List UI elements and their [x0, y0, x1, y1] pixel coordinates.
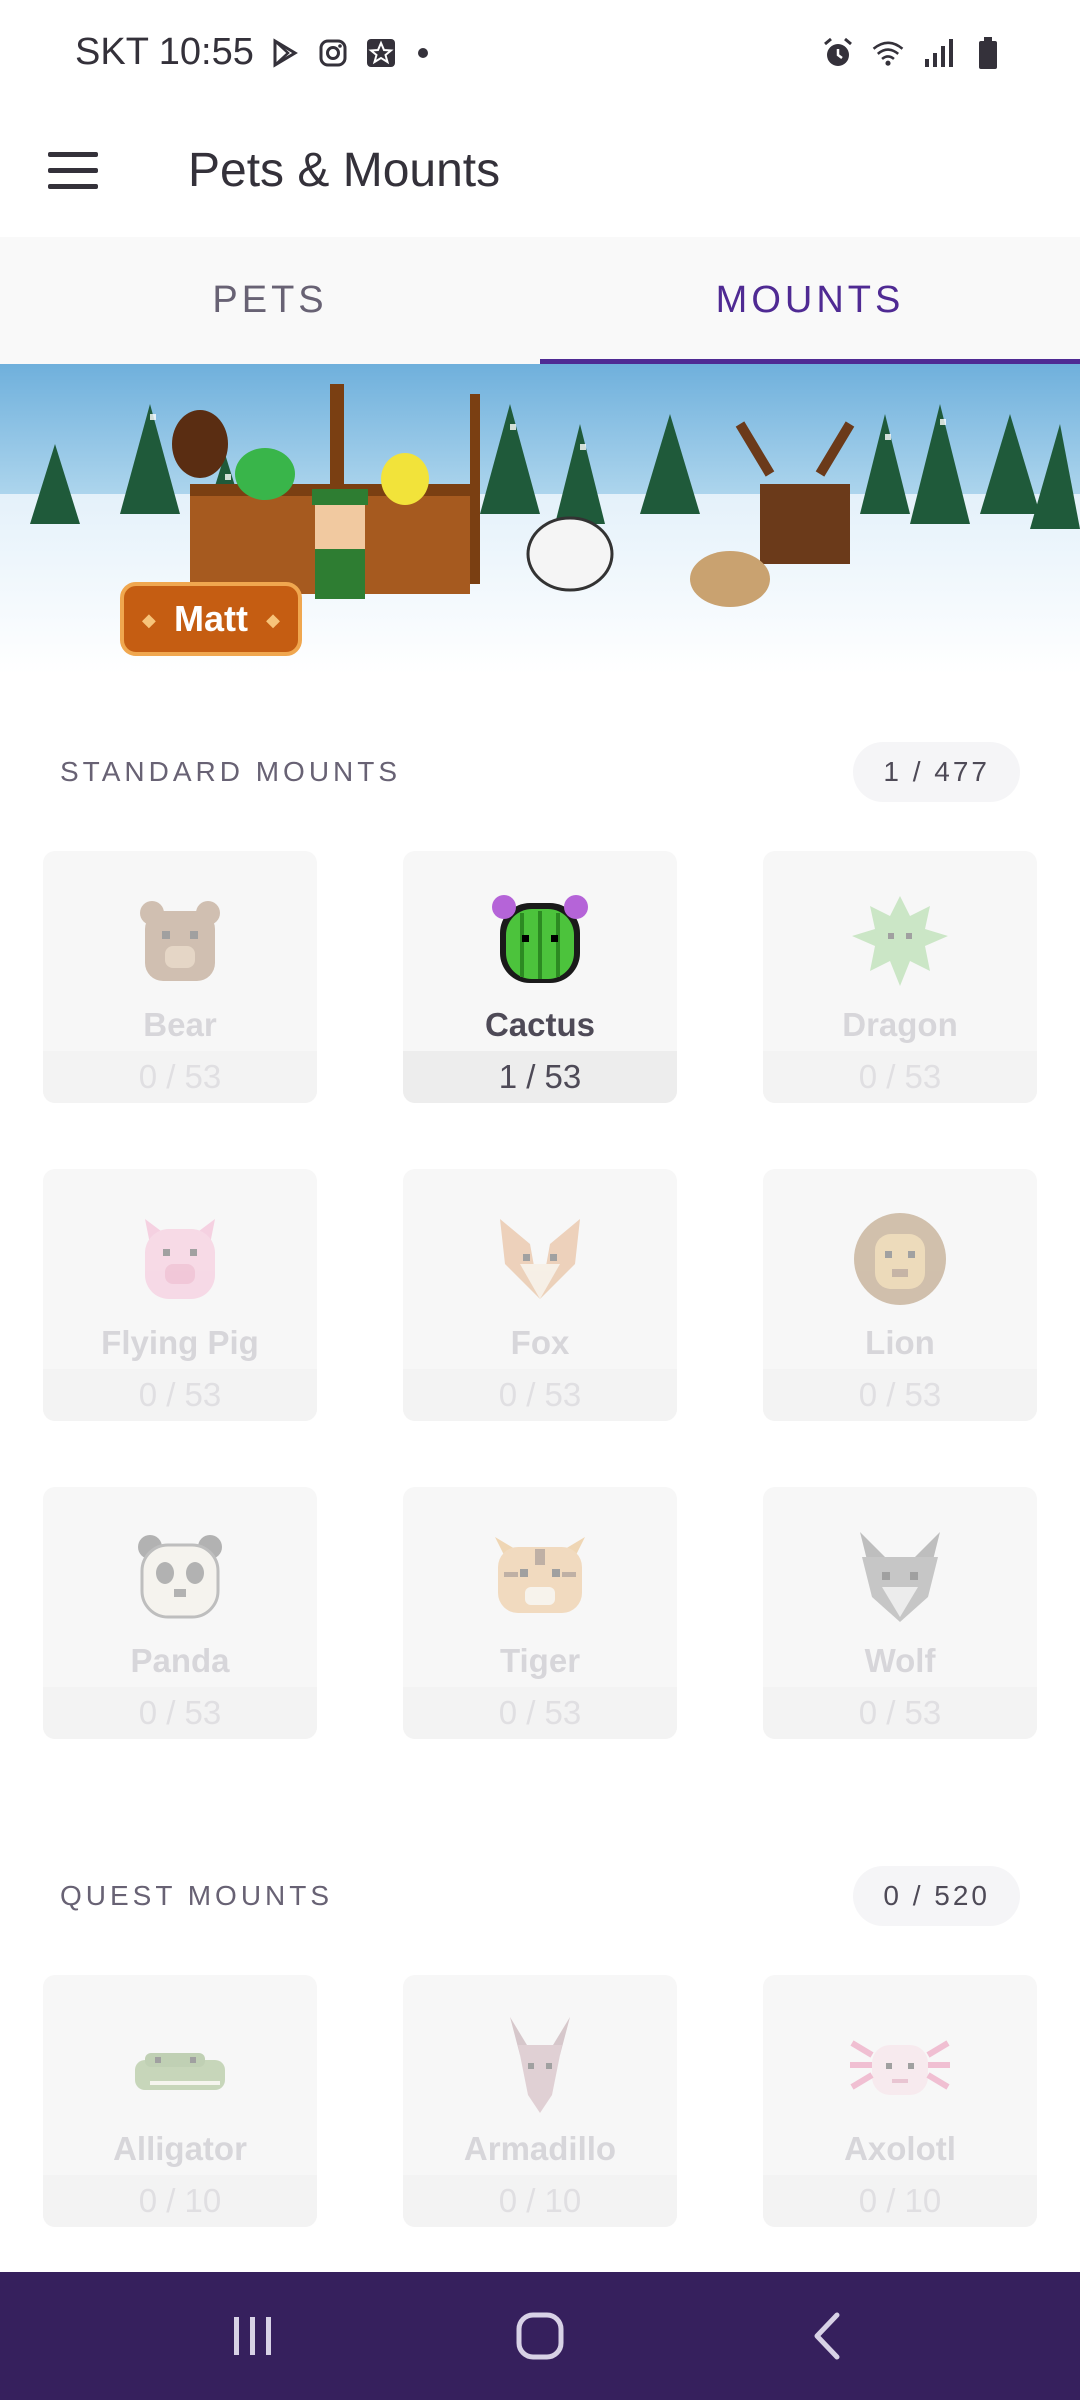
mount-count: 0 / 53: [763, 1051, 1037, 1103]
section-count-badge: 0 / 520: [853, 1866, 1020, 1926]
mount-card-panda[interactable]: Panda 0 / 53: [43, 1487, 317, 1739]
mount-name: Fox: [510, 1324, 570, 1361]
quest-mounts-header: QUEST MOUNTS 0 / 520: [0, 1861, 1080, 1931]
mount-name: Flying Pig: [101, 1324, 259, 1361]
wifi-icon: [871, 36, 905, 70]
mount-card-wolf[interactable]: Wolf 0 / 53: [763, 1487, 1037, 1739]
mount-name: Wolf: [864, 1642, 936, 1679]
standard-mounts-grid: Bear 0 / 53 Cactus 1 / 53 Dragon 0 / 53 …: [43, 851, 1037, 1739]
mount-count: 0 / 53: [403, 1369, 677, 1421]
mount-count: 1 / 53: [403, 1051, 677, 1103]
mount-card-tiger[interactable]: Tiger 0 / 53: [403, 1487, 677, 1739]
tiger-icon: [495, 1537, 585, 1613]
fox-icon: [500, 1219, 580, 1299]
mount-count: 0 / 53: [43, 1051, 317, 1103]
mount-count: 0 / 10: [43, 2175, 317, 2227]
cactus-icon: [492, 895, 588, 983]
mount-name: Dragon: [842, 1006, 958, 1043]
lion-icon: [854, 1213, 946, 1305]
tab-pets[interactable]: PETS: [0, 237, 540, 364]
mount-card-alligator[interactable]: Alligator 0 / 10: [43, 1975, 317, 2227]
mount-card-axolotl[interactable]: Axolotl 0 / 10: [763, 1975, 1037, 2227]
wolf-icon: [860, 1532, 940, 1622]
mount-count: 0 / 53: [403, 1687, 677, 1739]
status-icons-right: [821, 36, 1005, 70]
notification-dot: [417, 47, 428, 58]
section-count-badge: 1 / 477: [853, 742, 1020, 802]
flying-pig-icon: [145, 1219, 215, 1299]
tab-bar: PETS MOUNTS: [0, 237, 1080, 364]
alarm-icon: [821, 36, 855, 70]
star-app-icon: [364, 36, 398, 70]
section-title: QUEST MOUNTS: [60, 1880, 334, 1911]
alligator-icon: [135, 2053, 225, 2090]
mount-card-flying-pig[interactable]: Flying Pig 0 / 53: [43, 1169, 317, 1421]
section-title: STANDARD MOUNTS: [60, 756, 402, 787]
quest-mounts-grid: Alligator 0 / 10 Armadillo 0 / 10 Axolot…: [43, 1975, 1037, 2227]
mount-card-bear[interactable]: Bear 0 / 53: [43, 851, 317, 1103]
mount-name: Armadillo: [463, 2130, 617, 2167]
hamburger-menu-icon[interactable]: [36, 133, 110, 207]
mount-name: Tiger: [499, 1642, 581, 1679]
play-store-icon: [268, 36, 302, 70]
mount-card-cactus[interactable]: Cactus 1 / 53: [403, 851, 677, 1103]
stable-banner: Matt: [0, 364, 1080, 674]
mount-name: Bear: [143, 1006, 217, 1043]
mount-card-lion[interactable]: Lion 0 / 53: [763, 1169, 1037, 1421]
mount-name: Cactus: [484, 1006, 596, 1043]
mount-count: 0 / 10: [403, 2175, 677, 2227]
mount-count: 0 / 53: [43, 1369, 317, 1421]
mount-name: Lion: [865, 1324, 935, 1361]
system-nav-bar: [0, 2272, 1080, 2400]
signal-icon: [921, 36, 955, 70]
status-bar: SKT 10:55: [0, 0, 1080, 105]
mount-card-fox[interactable]: Fox 0 / 53: [403, 1169, 677, 1421]
armadillo-icon: [510, 2017, 570, 2113]
recents-icon[interactable]: [203, 2286, 303, 2386]
standard-mounts-header: STANDARD MOUNTS 1 / 477: [0, 737, 1080, 807]
status-icons-left: [268, 36, 428, 70]
mount-count: 0 / 10: [763, 2175, 1037, 2227]
status-time: SKT 10:55: [75, 31, 254, 73]
back-icon[interactable]: [777, 2286, 877, 2386]
mount-card-armadillo[interactable]: Armadillo 0 / 10: [403, 1975, 677, 2227]
page-title: Pets & Mounts: [188, 143, 501, 197]
home-icon[interactable]: [490, 2286, 590, 2386]
instagram-icon: [316, 36, 350, 70]
axolotl-icon: [850, 2040, 950, 2095]
mount-count: 0 / 53: [43, 1687, 317, 1739]
panda-icon: [138, 1535, 222, 1619]
tab-mounts[interactable]: MOUNTS: [540, 237, 1080, 364]
mount-card-dragon[interactable]: Dragon 0 / 53: [763, 851, 1037, 1103]
bear-icon: [140, 901, 220, 981]
mount-count: 0 / 53: [763, 1369, 1037, 1421]
dragon-icon: [852, 896, 948, 986]
app-bar: Pets & Mounts: [0, 105, 1080, 235]
user-name-badge: Matt: [120, 582, 302, 656]
battery-icon: [971, 36, 1005, 70]
mount-name: Alligator: [113, 2130, 247, 2167]
mount-count: 0 / 53: [763, 1687, 1037, 1739]
mount-name: Panda: [130, 1642, 230, 1679]
mount-name: Axolotl: [844, 2130, 956, 2167]
